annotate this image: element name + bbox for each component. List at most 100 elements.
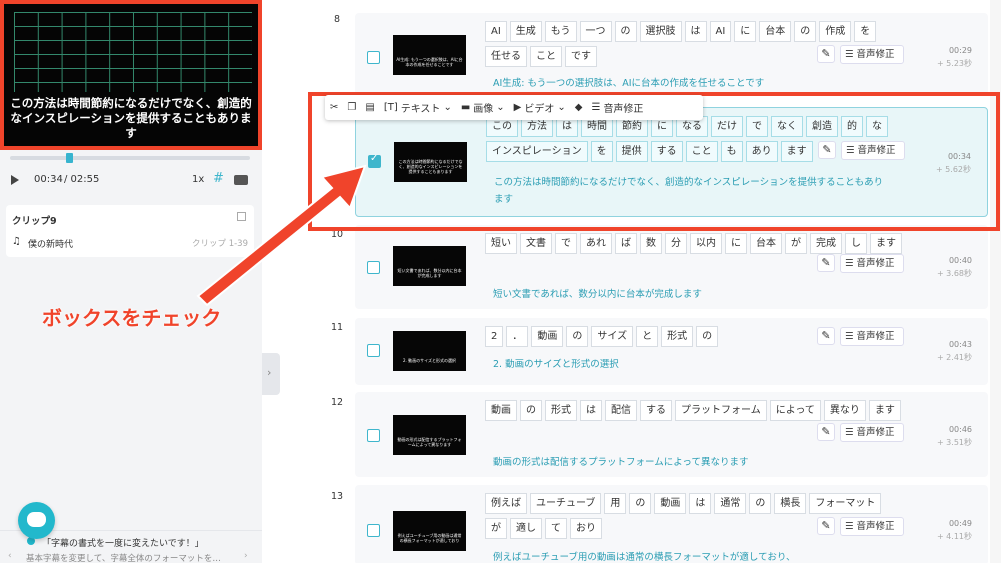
video-preview[interactable]: この方法は時間節約になるだけでなく、創造的なインスピレーションを提供することもあ… — [0, 0, 262, 150]
word-token[interactable]: 動画 — [654, 493, 687, 514]
word-token[interactable]: の — [696, 326, 719, 347]
video-tool[interactable]: ▶ ビデオ ⌄ — [514, 100, 566, 115]
row-sentence[interactable]: 例えばユーチューブ用の動画は通常の横長フォーマットが適しており、 — [493, 549, 953, 563]
word-token[interactable]: の — [566, 326, 589, 347]
word-token[interactable]: の — [749, 493, 772, 514]
word-token[interactable]: フォーマット — [809, 493, 882, 514]
word-token[interactable]: 2 — [485, 326, 504, 347]
play-icon[interactable] — [10, 175, 20, 185]
clip-thumbnail[interactable]: 例えばユーチューブ用の動画は通常の横長フォーマットが適しており — [393, 511, 466, 551]
word-token[interactable]: に — [725, 233, 747, 254]
word-token[interactable]: の — [629, 493, 652, 514]
word-token[interactable]: 動画 — [485, 400, 517, 421]
word-token[interactable]: です — [565, 46, 597, 67]
chat-support-button[interactable] — [18, 502, 55, 539]
word-token[interactable]: 一つ — [579, 21, 612, 42]
clip-thumbnail[interactable]: 2. 動画のサイズと形式の選択 — [393, 331, 466, 371]
word-token[interactable]: は — [580, 400, 602, 421]
row-checkbox[interactable] — [367, 51, 380, 64]
word-token[interactable]: を — [854, 21, 877, 42]
word-token[interactable]: 作成 — [819, 21, 852, 42]
fill-color-icon[interactable]: ◆ — [575, 102, 583, 113]
row-checkbox[interactable] — [367, 344, 380, 357]
word-token[interactable]: が — [485, 518, 507, 539]
word-token[interactable]: ます — [870, 233, 902, 254]
word-token[interactable]: 数 — [640, 233, 662, 254]
word-token[interactable]: 横長 — [774, 493, 807, 514]
scrubber-handle[interactable] — [66, 153, 73, 163]
word-token[interactable]: ば — [615, 233, 637, 254]
text-tool[interactable]: [T] テキスト ⌄ — [384, 100, 452, 115]
word-token[interactable]: 以内 — [690, 233, 722, 254]
voice-fix-button[interactable]: ☰ 音声修正 — [840, 423, 904, 442]
word-token[interactable]: こと — [530, 46, 562, 67]
word-token[interactable]: AI — [485, 21, 507, 42]
scrollbar[interactable] — [990, 0, 1001, 563]
help-prev-icon[interactable]: ‹ — [8, 551, 12, 561]
subtitle-row[interactable]: 2. 動画のサイズと形式の選択 2 ．動画のサイズと形式の ✎ ☰ 音声修正 00:43 +… — [355, 318, 988, 385]
subtitle-row[interactable]: 動画の形式は配信するプラットフォームによって異なります 動画の形式は配信 する プラッ… — [355, 392, 988, 477]
word-token[interactable]: する — [640, 400, 672, 421]
word-token[interactable]: の — [614, 21, 637, 42]
word-token[interactable]: 台本 — [750, 233, 782, 254]
row-checkbox[interactable] — [367, 429, 380, 442]
word-token[interactable]: は — [684, 21, 707, 42]
word-token[interactable]: あれ — [580, 233, 612, 254]
word-token[interactable]: 台本 — [759, 21, 792, 42]
word-token[interactable]: 生成 — [509, 21, 542, 42]
image-tool[interactable]: ▬ 画像 ⌄ — [461, 100, 505, 115]
word-token[interactable]: AI — [709, 21, 732, 42]
word-token[interactable]: 動画 — [531, 326, 564, 347]
word-token[interactable]: 完成 — [810, 233, 842, 254]
voice-fix-button[interactable]: ☰ 音声修正 — [840, 517, 904, 536]
row-sentence[interactable]: 動画の形式は配信するプラットフォームによって異なります — [493, 454, 953, 471]
word-token[interactable]: 分 — [665, 233, 687, 254]
word-token[interactable]: 文書 — [520, 233, 552, 254]
voice-fix-button[interactable]: ☰ 音声修正 — [840, 254, 904, 273]
edit-pencil-icon[interactable]: ✎ — [817, 327, 835, 345]
word-token[interactable]: の — [520, 400, 542, 421]
word-token[interactable]: ． — [506, 326, 529, 347]
word-token[interactable]: プラットフォーム — [675, 400, 767, 421]
word-token[interactable]: 任せる — [485, 46, 527, 67]
word-token[interactable]: ます — [868, 400, 901, 421]
help-next-icon[interactable]: › — [244, 551, 248, 561]
word-token[interactable]: 例えば — [485, 493, 527, 514]
edit-pencil-icon[interactable]: ✎ — [817, 254, 835, 272]
word-token[interactable]: し — [845, 233, 867, 254]
word-token[interactable]: 適し — [510, 518, 542, 539]
word-token[interactable]: 選択肢 — [639, 21, 682, 42]
copy-icon[interactable]: ❐ — [347, 102, 356, 113]
row-sentence[interactable]: AI生成: もう一つの選択肢は、AIに台本の作成を任せることです — [493, 75, 953, 92]
clip-thumbnail[interactable]: 短い文書であれば、数分以内に台本が完成します — [393, 246, 466, 286]
clip-thumbnail[interactable]: AI生成: もう一つの選択肢は、AIに台本の作成を任せることです — [393, 35, 466, 75]
voice-fix-button[interactable]: ☰ 音声修正 — [840, 327, 904, 346]
word-token[interactable]: て — [545, 518, 567, 539]
subtitle-row[interactable]: 例えばユーチューブ用の動画は通常の横長フォーマットが適しており 例えば ユーチューブ… — [355, 485, 988, 563]
edit-pencil-icon[interactable]: ✎ — [817, 423, 835, 441]
word-token[interactable]: と — [636, 326, 659, 347]
row-checkbox[interactable] — [367, 524, 380, 537]
subtitle-row[interactable]: 短い文書であれば、数分以内に台本が完成します 短い 文書であれば数分以内に台本が完成… — [355, 225, 988, 309]
word-token[interactable]: で — [555, 233, 577, 254]
clip-thumbnail[interactable]: 動画の形式は配信するプラットフォームによって異なります — [393, 415, 466, 455]
word-token[interactable]: に — [734, 21, 757, 42]
word-token[interactable]: 通常 — [714, 493, 747, 514]
word-token[interactable]: サイズ — [591, 326, 634, 347]
word-token[interactable]: おり — [570, 518, 602, 539]
voice-fix-button[interactable]: ☰ 音声修正 — [840, 45, 904, 64]
word-token[interactable]: ユーチューブ — [530, 493, 602, 514]
word-token[interactable]: もう — [544, 21, 577, 42]
word-token[interactable]: 用 — [604, 493, 627, 514]
word-token[interactable]: 短い — [485, 233, 517, 254]
word-token[interactable]: 形式 — [545, 400, 577, 421]
word-token[interactable]: は — [689, 493, 712, 514]
row-sentence[interactable]: 2. 動画のサイズと形式の選択 — [493, 356, 953, 373]
word-token[interactable]: によって — [769, 400, 821, 421]
subtitle-row[interactable]: AI生成: もう一つの選択肢は、AIに台本の作成を任せることです AI 生成 もう 一つ… — [355, 13, 988, 95]
paste-icon[interactable]: ▤ — [365, 102, 374, 113]
word-token[interactable]: 形式 — [661, 326, 694, 347]
word-token[interactable]: が — [785, 233, 807, 254]
edit-pencil-icon[interactable]: ✎ — [817, 45, 835, 63]
row-sentence[interactable]: 短い文書であれば、数分以内に台本が完成します — [493, 286, 953, 303]
